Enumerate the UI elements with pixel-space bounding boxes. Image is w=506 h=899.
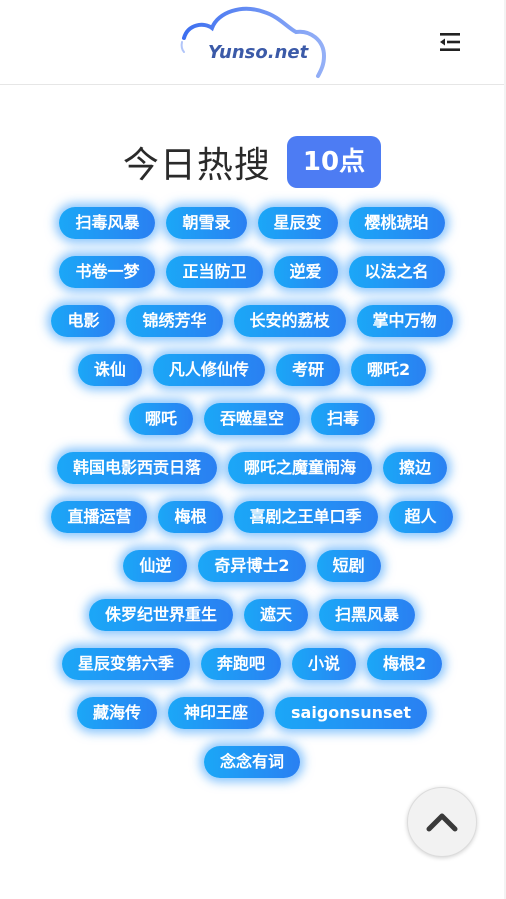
hot-search-tag[interactable]: 奇异博士2: [198, 550, 306, 582]
hot-search-tag[interactable]: 书卷一梦: [59, 256, 156, 288]
hot-search-tag[interactable]: 小说: [291, 648, 356, 680]
hot-search-tag[interactable]: 扫毒: [311, 403, 376, 435]
hot-search-tag[interactable]: 扫黑风暴: [319, 599, 416, 631]
hot-search-tag[interactable]: 樱桃琥珀: [348, 207, 445, 239]
hot-search-tag[interactable]: 星辰变: [257, 207, 338, 239]
chevron-up-icon: [426, 813, 458, 832]
hot-search-tag[interactable]: 长安的荔枝: [233, 305, 346, 337]
hot-search-tag[interactable]: 掌中万物: [356, 305, 453, 337]
hot-search-tag[interactable]: 考研: [275, 354, 340, 386]
hot-search-tag[interactable]: 哪吒之魔童闹海: [227, 452, 372, 484]
hot-search-tag[interactable]: 朝雪录: [166, 207, 247, 239]
hot-search-tag[interactable]: saigonsunset: [275, 697, 427, 729]
page-title: 今日热搜: [122, 145, 271, 186]
hot-search-tag[interactable]: 直播运营: [51, 501, 148, 533]
menu-collapse-icon: [440, 33, 460, 51]
hot-search-tag-list: 扫毒风暴 朝雪录 星辰变 樱桃琥珀书卷一梦 正当防卫 逆爱 以法之名电影 锦绣芳华 长安的荔枝掌…: [46, 207, 458, 778]
hot-search-tag[interactable]: 藏海传: [77, 697, 158, 729]
hot-search-tag[interactable]: 梅根2: [366, 648, 443, 680]
hot-search-tag[interactable]: 遮天: [243, 599, 308, 631]
hot-search-tag[interactable]: 星辰变第六季: [61, 648, 190, 680]
hot-search-tag[interactable]: 诛仙: [77, 354, 142, 386]
top-navbar: Yunso.net: [0, 0, 504, 85]
hot-search-tag[interactable]: 侏罗纪世界重生: [88, 599, 233, 631]
hero-title-row: 今日热搜 10点: [0, 132, 504, 192]
hour-badge: 10点: [286, 136, 382, 188]
hot-search-tag[interactable]: 哪吒: [128, 403, 193, 435]
hot-search-tag[interactable]: 梅根: [158, 501, 223, 533]
hot-search-tag[interactable]: 扫毒风暴: [59, 207, 156, 239]
hot-search-tag[interactable]: 吞噬星空: [203, 403, 300, 435]
hot-search-tag[interactable]: 喜剧之王单口季: [233, 501, 378, 533]
site-logo[interactable]: Yunso.net: [178, 2, 330, 82]
hot-search-tag[interactable]: 正当防卫: [166, 256, 263, 288]
hot-search-tag[interactable]: 短剧: [316, 550, 381, 582]
hot-search-tag[interactable]: 超人: [388, 501, 453, 533]
hot-search-tag[interactable]: 凡人修仙传: [152, 354, 265, 386]
hot-search-tag[interactable]: 擦边: [383, 452, 448, 484]
page: Yunso.net 今日热搜 10点 扫毒风暴 朝雪录 星辰变 樱桃琥珀书卷一梦 正当防…: [0, 0, 504, 899]
logo-text: Yunso.net: [208, 42, 309, 63]
hot-search-tag[interactable]: 以法之名: [348, 256, 445, 288]
hot-search-tag[interactable]: 逆爱: [273, 256, 338, 288]
hot-search-tag[interactable]: 哪吒2: [350, 354, 427, 386]
hot-search-tag[interactable]: 电影: [51, 305, 116, 337]
back-to-top-button[interactable]: [407, 787, 477, 857]
menu-toggle-button[interactable]: [436, 30, 464, 54]
hot-search-tag[interactable]: 念念有词: [203, 746, 300, 778]
hot-search-tag[interactable]: 韩国电影西贡日落: [56, 452, 217, 484]
hot-search-tag[interactable]: 奔跑吧: [200, 648, 281, 680]
hot-search-tag[interactable]: 锦绣芳华: [126, 305, 223, 337]
hot-search-tag[interactable]: 仙逆: [123, 550, 188, 582]
hot-search-tag[interactable]: 神印王座: [168, 697, 265, 729]
